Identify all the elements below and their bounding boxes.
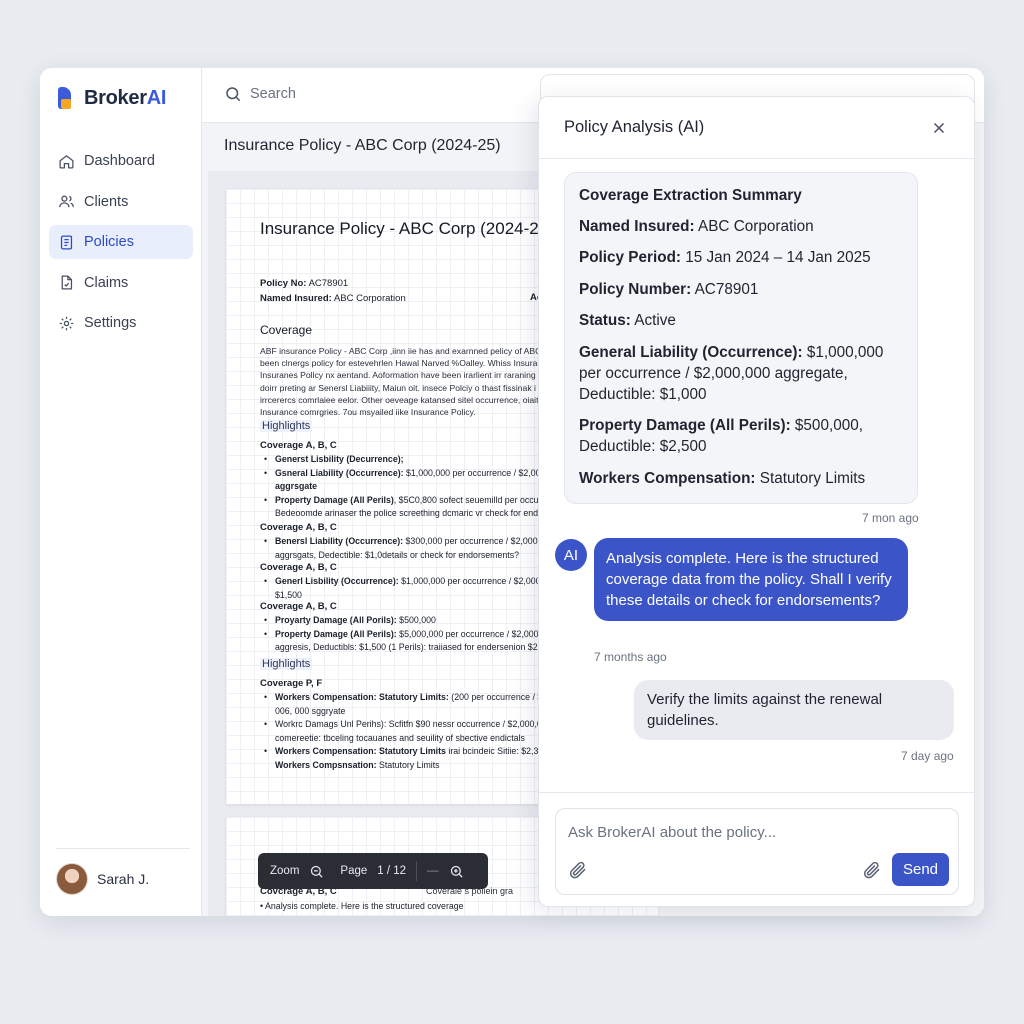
timestamp: 7 months ago [594, 650, 667, 664]
coverage-list: Generst Lisbility (Decurrence); Gsneral … [264, 453, 554, 521]
timestamp: 7 day ago [901, 749, 954, 763]
zoom-dash: — [427, 865, 439, 877]
users-icon [59, 195, 74, 208]
highlights-heading: Highlights [260, 658, 313, 670]
summary-heading: Coverage Extraction Summary [579, 187, 802, 204]
brand-name: BrokerAI [84, 86, 167, 109]
summary-line: Property Damage (All Perils): $500,000, … [579, 417, 863, 455]
sidebar-item-dashboard[interactable]: Dashboard [49, 144, 193, 178]
summary-line: Policy Period: 15 Jan 2024 – 14 Jan 2025 [579, 249, 871, 266]
coverage-summary-card: Coverage Extraction Summary Named Insure… [564, 172, 918, 504]
zoom-label: Zoom [270, 865, 300, 877]
close-icon[interactable] [930, 119, 948, 137]
ai-message-bubble: Analysis complete. Here is the structure… [594, 538, 908, 621]
ai-analysis-panel: Policy Analysis (AI) Coverage Extraction… [538, 96, 975, 907]
attach-icon[interactable] [862, 860, 882, 880]
policy-meta: Policy No: AC78901 Named Insured: ABC Co… [260, 278, 406, 304]
zoom-toolbar: Zoom Page 1 / 12 — [258, 853, 488, 889]
coverage-list: Generl Lisbility (Occurrence): $1,000,00… [264, 575, 548, 602]
sidebar-item-label: Settings [84, 315, 137, 331]
page-label: Page [340, 865, 368, 877]
document-title: Insurance Policy - ABC Corp (2024-25) [260, 219, 554, 238]
coverage-heading: Coverage [260, 323, 313, 337]
timestamp: 7 mon ago [862, 511, 919, 525]
highlights-heading: Highlights [260, 420, 313, 432]
page2-line: • Analysis complete. Here is the structu… [260, 901, 464, 911]
summary-line: Named Insured: ABC Corporation [579, 217, 814, 235]
sidebar-item-settings[interactable]: Settings [49, 306, 193, 340]
search-placeholder: Search [250, 86, 296, 102]
divider [539, 792, 974, 793]
divider [416, 861, 418, 881]
sidebar: BrokerAI Dashboard Clients Policies Clai… [40, 68, 202, 916]
coverage-label: Coverage A, B, C [260, 522, 337, 533]
sidebar-item-clients[interactable]: Clients [49, 185, 193, 219]
panel-title: Policy Analysis (AI) [564, 118, 705, 136]
summary-line: Status: Active [579, 312, 676, 329]
sidebar-item-policies[interactable]: Policies [49, 225, 193, 259]
search-input[interactable]: Search [224, 85, 296, 103]
coverage-body: ABF insurance Policy - ABC Corp ,iinn ii… [260, 346, 563, 418]
sidebar-item-claims[interactable]: Claims [49, 266, 193, 300]
zoom-out-icon[interactable] [309, 864, 324, 879]
zoom-in-icon[interactable] [449, 864, 464, 879]
search-icon [226, 87, 241, 102]
user-message-bubble: Verify the limits against the renewal gu… [634, 680, 954, 740]
sidebar-item-label: Claims [84, 274, 129, 291]
panel-header: Policy Analysis (AI) [539, 97, 974, 159]
sidebar-item-label: Policies [84, 234, 134, 250]
send-button[interactable]: Send [892, 853, 949, 886]
chat-input[interactable] [568, 821, 938, 843]
user-name: Sarah J. [97, 871, 150, 887]
coverage-label: Coverage P, F [260, 678, 323, 689]
sidebar-item-label: Dashboard [84, 153, 155, 169]
gear-icon [59, 316, 74, 330]
sidebar-nav: Dashboard Clients Policies Claims Settin… [49, 144, 193, 347]
coverage-label: Coverage A, B, C [260, 601, 337, 612]
sidebar-item-label: Clients [84, 193, 129, 210]
brokerai-logo-icon [58, 87, 78, 109]
summary-line: Policy Number: AC78901 [579, 280, 759, 298]
home-icon [59, 154, 74, 169]
attach-icon[interactable] [568, 860, 588, 880]
document-icon [60, 234, 73, 250]
avatar [56, 863, 88, 895]
summary-line: General Liability (Occurrence): $1,000,0… [579, 343, 884, 403]
page-indicator: 1 / 12 [377, 865, 407, 877]
coverage-list: Proyarty Damage (All Porils): $500,000 P… [264, 614, 551, 655]
brand[interactable]: BrokerAI [58, 86, 166, 110]
coverage-label: Coverage A, B, C [260, 440, 337, 451]
ai-avatar: AI [555, 539, 587, 571]
user-profile[interactable]: Sarah J. [56, 848, 190, 895]
summary-line: Workers Compensation: Statutory Limits [579, 469, 866, 487]
coverage-label: Coverage A, B, C [260, 562, 337, 573]
file-icon [61, 275, 73, 290]
chat-composer: Send [555, 808, 959, 895]
page-title: Insurance Policy - ABC Corp (2024-25) [224, 137, 501, 154]
coverage-list: Workers Compensation: Statutory Limits: … [264, 691, 554, 772]
coverage-list: Benersl Liability (Occurrence): $300,000… [264, 535, 545, 562]
